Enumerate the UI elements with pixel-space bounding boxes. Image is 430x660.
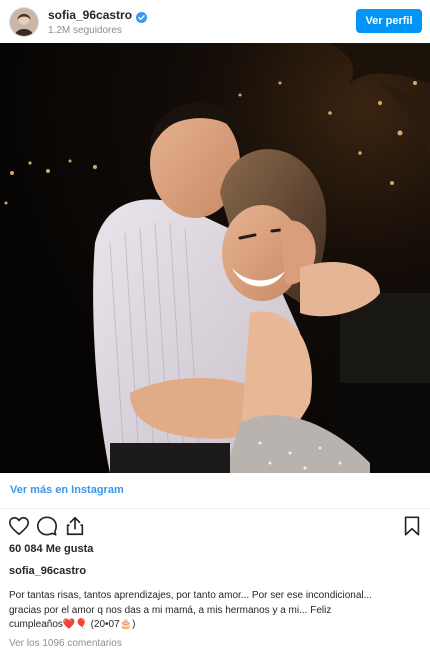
caption-line: Por tantas risas, tantos aprendizajes, p… — [9, 590, 372, 601]
view-more-link[interactable]: Ver más en Instagram — [10, 484, 124, 496]
instagram-embed-card: sofia_96castro 1.2M seguidores Ver perfi… — [0, 0, 430, 660]
user-row: sofia_96castro — [48, 8, 148, 23]
verified-badge-icon — [136, 10, 148, 23]
view-more-bar: Ver más en Instagram — [0, 473, 430, 509]
action-bar — [0, 509, 430, 543]
username-link[interactable]: sofia_96castro — [48, 8, 132, 23]
heart-icon[interactable] — [8, 515, 30, 537]
caption-line: cumpleaños❤️🎈 (20•07🎂) — [9, 619, 136, 630]
like-count[interactable]: 60 084 Me gusta — [9, 543, 93, 555]
post-photo[interactable] — [0, 43, 430, 473]
caption-line: gracias por el amor q nos das a mi mamá,… — [9, 604, 332, 616]
view-comments-link[interactable]: Ver los 1096 comentarios — [9, 638, 122, 649]
view-profile-button[interactable]: Ver perfil — [356, 9, 422, 33]
post-caption: Por tantas risas, tantos aprendizajes, p… — [9, 589, 424, 633]
bookmark-icon[interactable] — [401, 515, 423, 537]
user-block: sofia_96castro 1.2M seguidores — [48, 8, 148, 38]
follower-count: 1.2M seguidores — [48, 25, 122, 36]
share-icon[interactable] — [64, 515, 86, 537]
comment-icon[interactable] — [36, 515, 58, 537]
avatar[interactable] — [9, 7, 39, 37]
caption-username[interactable]: sofia_96castro — [9, 565, 86, 577]
post-header: sofia_96castro 1.2M seguidores Ver perfi… — [0, 0, 430, 43]
